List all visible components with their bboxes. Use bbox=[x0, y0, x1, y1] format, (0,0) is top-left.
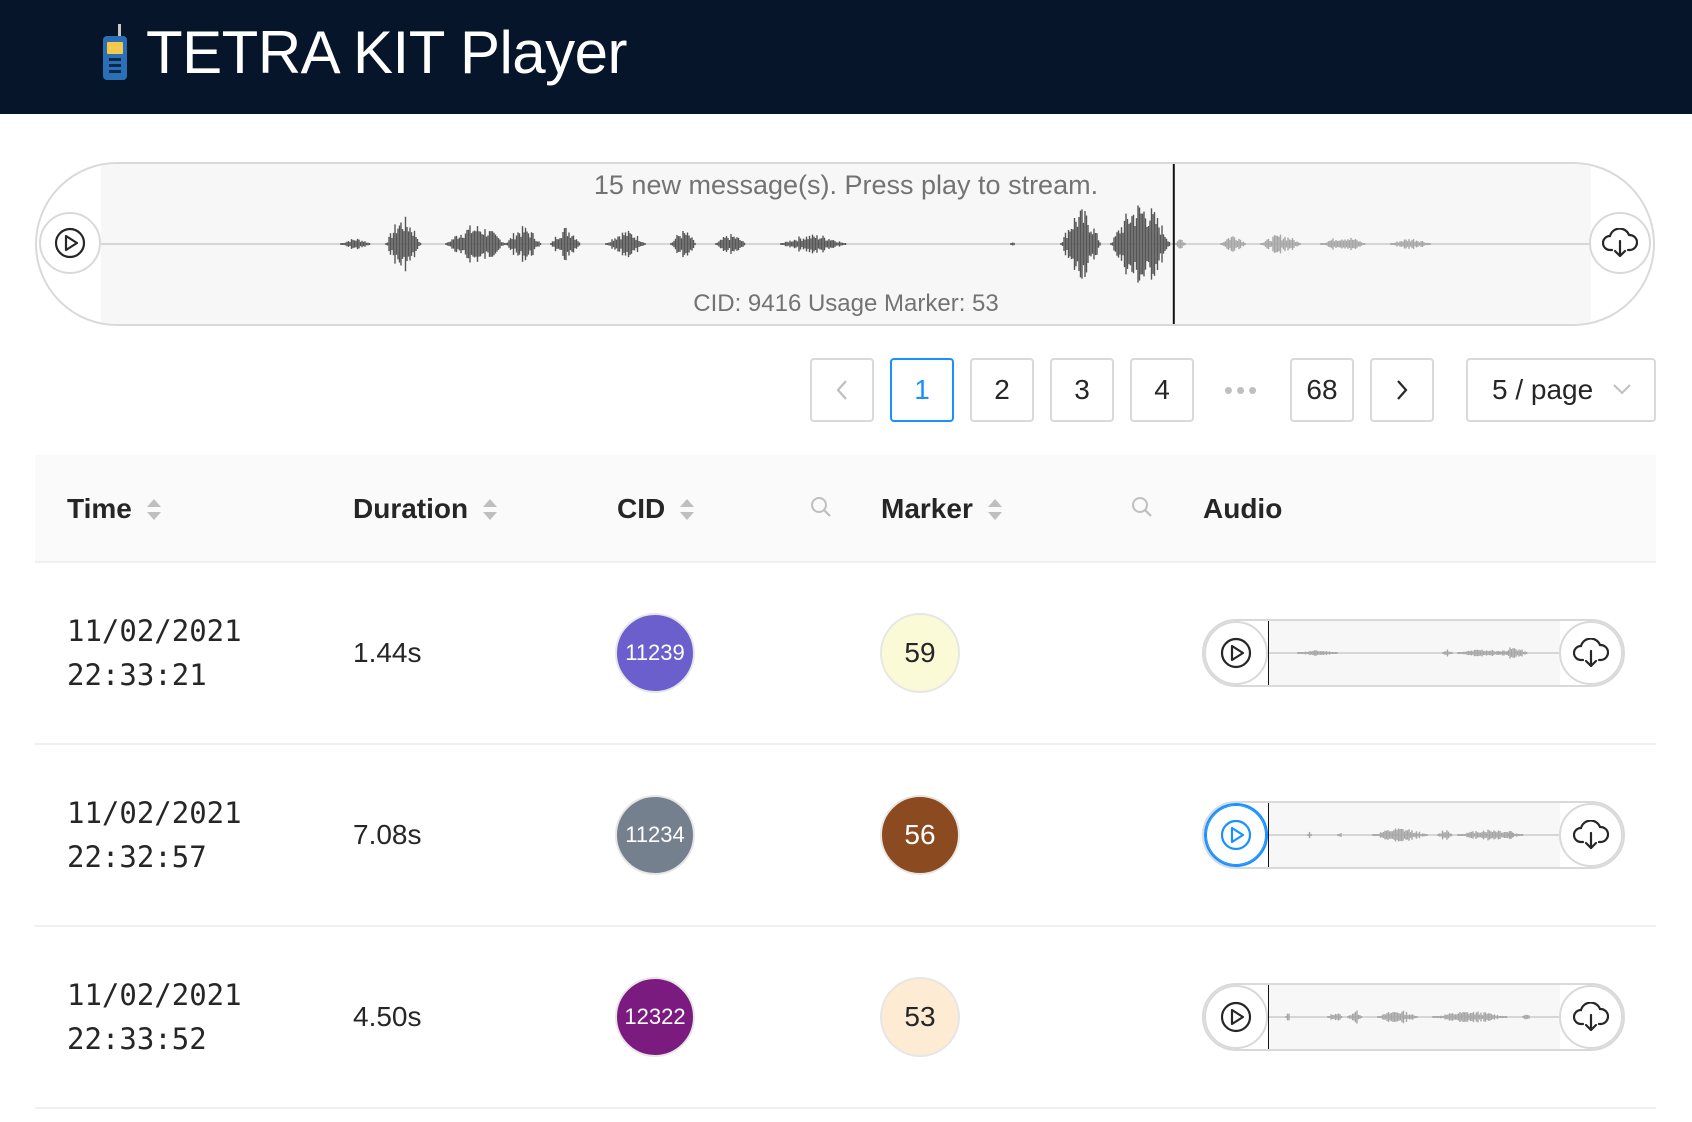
table-row: 11/02/2021 22:33:52 4.50s 12322 53 bbox=[35, 927, 1656, 1109]
column-time[interactable]: Time bbox=[67, 455, 162, 563]
stream-waveform[interactable]: 15 new message(s). Press play to stream.… bbox=[101, 164, 1591, 324]
app-title: TETRA KIT Player bbox=[146, 19, 628, 86]
sort-icon[interactable] bbox=[987, 498, 1003, 521]
chevron-right-icon bbox=[1397, 380, 1408, 400]
marker-avatar: 59 bbox=[880, 613, 960, 693]
player-cid-label: CID: 9416 Usage Marker: 53 bbox=[693, 290, 999, 317]
stream-player: 15 new message(s). Press play to stream.… bbox=[35, 162, 1655, 326]
row-audio-player bbox=[1202, 983, 1625, 1051]
pagination-jump-next[interactable]: ••• bbox=[1210, 358, 1274, 422]
column-cid-label: CID bbox=[617, 493, 666, 524]
marker-avatar: 53 bbox=[880, 977, 960, 1057]
search-icon[interactable] bbox=[809, 495, 833, 519]
cloud-download-icon bbox=[1573, 638, 1609, 668]
time-text: 22:33:52 bbox=[67, 1022, 207, 1056]
time-text: 22:33:21 bbox=[67, 658, 207, 692]
table-row: 11/02/2021 22:33:21 1.44s 11239 59 bbox=[35, 563, 1656, 745]
time-text: 22:32:57 bbox=[67, 840, 207, 874]
row-audio-player bbox=[1202, 801, 1625, 869]
marker-avatar: 56 bbox=[880, 795, 960, 875]
cloud-download-icon bbox=[1573, 820, 1609, 850]
app-header: TETRA KIT Player bbox=[0, 0, 1692, 114]
column-marker[interactable]: Marker bbox=[881, 455, 1003, 563]
column-duration[interactable]: Duration bbox=[353, 455, 498, 563]
walkie-talkie-icon bbox=[103, 24, 127, 80]
duration-cell: 7.08s bbox=[353, 819, 422, 850]
date-text: 11/02/2021 bbox=[67, 796, 242, 830]
row-download-button[interactable] bbox=[1559, 621, 1623, 685]
sort-icon[interactable] bbox=[482, 498, 498, 521]
row-download-button[interactable] bbox=[1559, 985, 1623, 1049]
column-cid[interactable]: CID bbox=[617, 455, 695, 563]
pagination-page-1[interactable]: 1 bbox=[890, 358, 954, 422]
time-cell: 11/02/2021 22:32:57 bbox=[67, 791, 242, 879]
play-icon bbox=[1220, 637, 1252, 669]
pagination-page-2[interactable]: 2 bbox=[970, 358, 1034, 422]
cid-avatar: 11234 bbox=[615, 795, 695, 875]
pagination-page-3[interactable]: 3 bbox=[1050, 358, 1114, 422]
column-marker-label: Marker bbox=[881, 493, 973, 524]
row-waveform[interactable] bbox=[1267, 985, 1560, 1049]
pagination-next-button[interactable] bbox=[1370, 358, 1434, 422]
sort-icon[interactable] bbox=[679, 498, 695, 521]
row-play-button[interactable] bbox=[1204, 803, 1268, 867]
sort-icon[interactable] bbox=[146, 498, 162, 521]
cid-avatar: 11239 bbox=[615, 613, 695, 693]
time-cell: 11/02/2021 22:33:52 bbox=[67, 973, 242, 1061]
row-waveform[interactable] bbox=[1267, 803, 1560, 867]
table-row: 11/02/2021 22:32:57 7.08s 11234 56 bbox=[35, 745, 1656, 927]
column-audio: Audio bbox=[1203, 455, 1282, 563]
date-text: 11/02/2021 bbox=[67, 614, 242, 648]
time-cell: 11/02/2021 22:33:21 bbox=[67, 609, 242, 697]
player-status-message: 15 new message(s). Press play to stream. bbox=[593, 170, 1099, 200]
cloud-download-icon bbox=[1602, 228, 1638, 258]
date-text: 11/02/2021 bbox=[67, 978, 242, 1012]
stream-download-button[interactable] bbox=[1589, 212, 1651, 274]
stream-play-button[interactable] bbox=[39, 212, 101, 274]
page-size-select[interactable]: 5 / page bbox=[1466, 358, 1656, 422]
cloud-download-icon bbox=[1573, 1002, 1609, 1032]
table-header: Time Duration CID Marker Audio bbox=[35, 455, 1656, 563]
duration-cell: 1.44s bbox=[353, 637, 422, 668]
row-play-button[interactable] bbox=[1204, 621, 1268, 685]
row-download-button[interactable] bbox=[1559, 803, 1623, 867]
duration-cell: 4.50s bbox=[353, 1001, 422, 1032]
pagination-page-4[interactable]: 4 bbox=[1130, 358, 1194, 422]
play-icon bbox=[54, 227, 86, 259]
pagination-page-last[interactable]: 68 bbox=[1290, 358, 1354, 422]
play-icon bbox=[1220, 819, 1252, 851]
chevron-down-icon bbox=[1613, 384, 1631, 395]
row-waveform[interactable] bbox=[1267, 621, 1560, 685]
play-icon bbox=[1220, 1001, 1252, 1033]
cid-avatar: 12322 bbox=[615, 977, 695, 1057]
chevron-left-icon bbox=[836, 380, 847, 400]
pagination-prev-button[interactable] bbox=[810, 358, 874, 422]
search-icon[interactable] bbox=[1130, 495, 1154, 519]
row-play-button[interactable] bbox=[1204, 985, 1268, 1049]
column-time-label: Time bbox=[67, 493, 132, 524]
column-duration-label: Duration bbox=[353, 493, 469, 524]
row-audio-player bbox=[1202, 619, 1625, 687]
column-audio-label: Audio bbox=[1203, 493, 1283, 524]
page-size-value: 5 / page bbox=[1492, 374, 1594, 405]
